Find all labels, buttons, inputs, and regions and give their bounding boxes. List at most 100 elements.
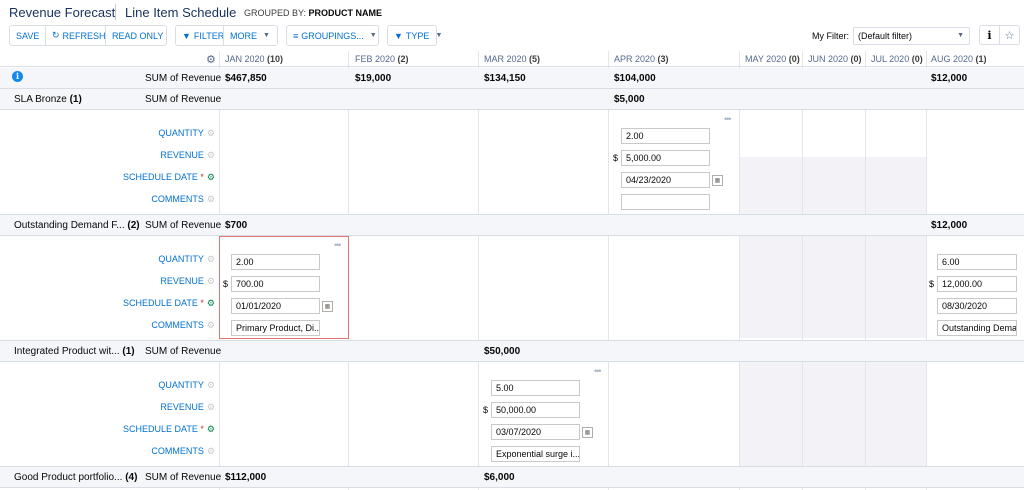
more-actions-icon[interactable]: ••• [724, 114, 732, 124]
gear-icon[interactable]: ⚙ [207, 172, 215, 182]
schedule-date-label: SCHEDULE DATE * ⚙ [123, 298, 215, 308]
schedule-grid: ⚙ JAN 2020 (10) FEB 2020 (2) MAR 2020 (5… [0, 51, 1024, 490]
chevron-down-icon: ▼ [369, 32, 377, 39]
schedule-date-input[interactable]: 08/30/2020 [937, 298, 1017, 314]
group-sum-aug: $12,000 [931, 220, 968, 231]
schedule-date-input[interactable]: 03/07/2020 [491, 424, 580, 440]
more-actions-icon[interactable]: ••• [334, 240, 342, 250]
calendar-icon[interactable]: ▦ [712, 175, 723, 186]
info-button[interactable]: i [979, 25, 1000, 45]
total-mar: $134,150 [484, 73, 526, 84]
gear-icon[interactable]: ⚙ [207, 194, 215, 204]
comments-input[interactable]: Primary Product, Di... [231, 320, 320, 336]
group-name[interactable]: Outstanding Demand F... (2) [14, 220, 140, 231]
save-button[interactable]: SAVE [9, 25, 46, 46]
funnel-icon: ▼ [394, 30, 403, 41]
gear-icon[interactable]: ⚙ [207, 402, 215, 412]
gear-icon[interactable]: ⚙ [207, 254, 215, 264]
gear-icon[interactable]: ⚙ [207, 298, 215, 308]
title-divider [115, 4, 116, 20]
currency-symbol: $ [223, 279, 229, 289]
group-sum-apr: $5,000 [614, 94, 645, 105]
my-filter-select[interactable]: (Default filter) ▼ [853, 27, 970, 45]
title-bar: Revenue Forecast Line Item Schedule GROU… [0, 0, 1024, 24]
page-title: Line Item Schedule [125, 5, 237, 20]
total-aug: $12,000 [931, 73, 968, 84]
app-title[interactable]: Revenue Forecast [9, 5, 115, 20]
column-header-jun[interactable]: JUN 2020 (0) [808, 54, 862, 64]
filter-button[interactable]: ▼ FILTER [175, 25, 224, 46]
total-jan: $467,850 [225, 73, 267, 84]
revenue-input[interactable]: 5,000.00 [621, 150, 710, 166]
group-sum-mar: $50,000 [484, 346, 521, 357]
chevron-down-icon: ▼ [435, 32, 443, 39]
total-apr: $104,000 [614, 73, 656, 84]
revenue-input[interactable]: 12,000.00 [937, 276, 1017, 292]
group-name[interactable]: Integrated Product wit... (1) [14, 346, 135, 357]
column-header-jan[interactable]: JAN 2020 (10) [225, 54, 283, 64]
currency-symbol: $ [929, 279, 935, 289]
info-icon[interactable]: i [12, 71, 23, 82]
empty-cell-shade [739, 362, 926, 466]
column-header-aug[interactable]: AUG 2020 (1) [931, 54, 987, 64]
total-sum-label: SUM of Revenue [145, 73, 222, 84]
column-header-jul[interactable]: JUL 2020 (0) [871, 54, 923, 64]
calendar-icon[interactable]: ▦ [582, 427, 593, 438]
gear-icon[interactable]: ⚙ [207, 150, 215, 160]
quantity-input[interactable]: 6.00 [937, 254, 1017, 270]
group-sum-mar: $6,000 [484, 472, 515, 483]
schedule-date-label: SCHEDULE DATE * ⚙ [123, 424, 215, 434]
comments-input[interactable] [621, 194, 710, 210]
gear-icon[interactable]: ⚙ [207, 128, 215, 138]
quantity-input[interactable]: 2.00 [231, 254, 320, 270]
group-name[interactable]: Good Product portfolio... (4) [14, 472, 137, 483]
revenue-label: REVENUE ⚙ [160, 402, 215, 412]
chevron-down-icon: ▼ [263, 32, 270, 39]
gear-icon[interactable]: ⚙ [206, 53, 216, 66]
star-icon: ☆ [1004, 29, 1015, 42]
schedule-date-input[interactable]: 04/23/2020 [621, 172, 710, 188]
gear-icon[interactable]: ⚙ [207, 446, 215, 456]
grouped-by-label: GROUPED BY: PRODUCT NAME [244, 8, 383, 18]
more-button[interactable]: MORE ▼ [223, 25, 278, 46]
gear-icon[interactable]: ⚙ [207, 424, 215, 434]
more-actions-icon[interactable]: ••• [594, 366, 602, 376]
column-header-apr[interactable]: APR 2020 (3) [614, 54, 669, 64]
column-header-feb[interactable]: FEB 2020 (2) [355, 54, 409, 64]
revenue-input[interactable]: 700.00 [231, 276, 320, 292]
schedule-date-input[interactable]: 01/01/2020 [231, 298, 320, 314]
group-sum-jan: $700 [225, 220, 248, 231]
read-only-button[interactable]: READ ONLY [105, 25, 167, 46]
revenue-label: REVENUE ⚙ [160, 150, 215, 160]
column-header-mar[interactable]: MAR 2020 (5) [484, 54, 540, 64]
currency-symbol: $ [483, 405, 489, 415]
type-button[interactable]: ▼ TYPE ▼ [387, 25, 442, 46]
calendar-icon[interactable]: ▦ [322, 301, 333, 312]
group-sum-label: SUM of Revenue [145, 346, 222, 357]
comments-input[interactable]: Outstanding Dema... [937, 320, 1017, 336]
comments-label: COMMENTS ⚙ [151, 194, 215, 204]
grouped-by-value: PRODUCT NAME [308, 8, 383, 18]
funnel-icon: ▼ [182, 30, 191, 41]
groupings-button[interactable]: ≡ GROUPINGS... ▼ [286, 25, 379, 46]
list-icon: ≡ [293, 30, 299, 41]
gear-icon[interactable]: ⚙ [207, 380, 215, 390]
quantity-input[interactable]: 5.00 [491, 380, 580, 396]
chevron-down-icon: ▼ [957, 32, 964, 39]
gear-icon[interactable]: ⚙ [207, 320, 215, 330]
comments-label: COMMENTS ⚙ [151, 320, 215, 330]
group-sum-label: SUM of Revenue [145, 220, 222, 231]
gear-icon[interactable]: ⚙ [207, 276, 215, 286]
favorite-button[interactable]: ☆ [999, 25, 1020, 45]
group-name[interactable]: SLA Bronze (1) [14, 94, 82, 105]
revenue-input[interactable]: 50,000.00 [491, 402, 580, 418]
comments-label: COMMENTS ⚙ [151, 446, 215, 456]
refresh-button[interactable]: ↻ REFRESH [45, 25, 106, 46]
info-icon: i [987, 28, 992, 42]
comments-input[interactable]: Exponential surge i... [491, 446, 580, 462]
refresh-icon: ↻ [52, 30, 60, 40]
empty-cell-shade [739, 237, 926, 338]
quantity-input[interactable]: 2.00 [621, 128, 710, 144]
column-header-may[interactable]: MAY 2020 (0) [745, 54, 800, 64]
revenue-label: REVENUE ⚙ [160, 276, 215, 286]
